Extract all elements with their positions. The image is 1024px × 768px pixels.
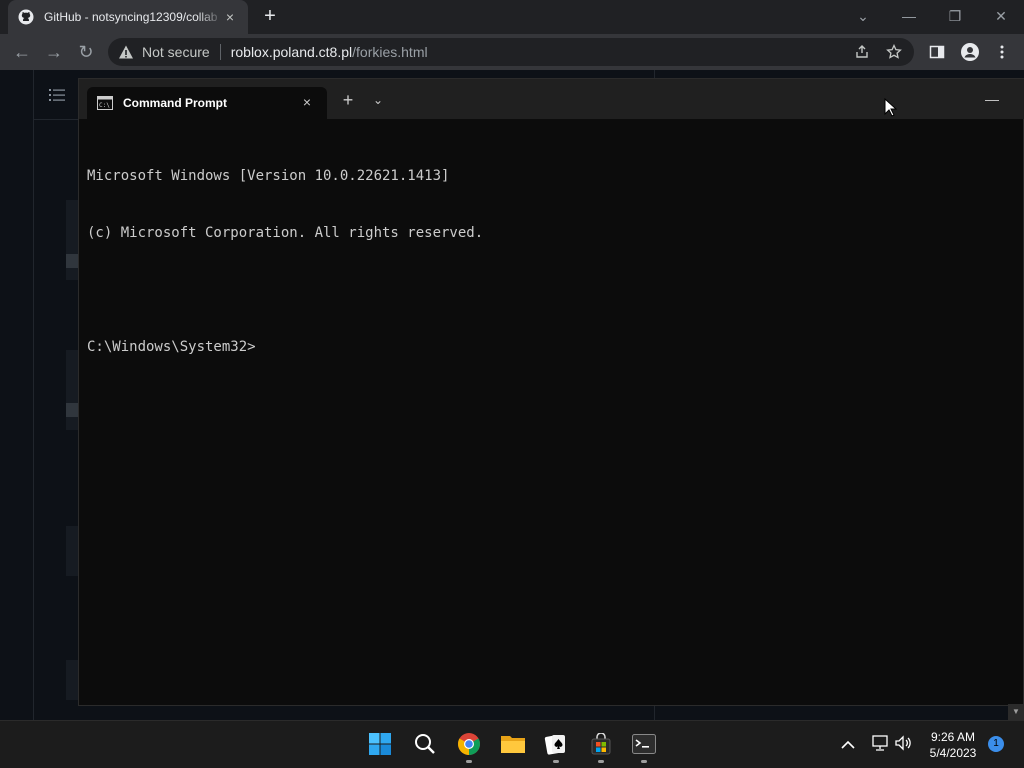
store-icon <box>591 733 611 755</box>
page-sidebar <box>0 70 34 720</box>
terminal-icon <box>632 734 656 754</box>
notification-badge[interactable]: 1 <box>988 736 1004 752</box>
terminal-titlebar[interactable]: C:\ Command Prompt × + ⌄ — <box>79 79 1024 119</box>
svg-text:C:\: C:\ <box>99 102 110 109</box>
volume-icon <box>895 735 911 751</box>
show-hidden-icons-button[interactable] <box>838 735 858 755</box>
mouse-cursor-icon <box>884 98 898 117</box>
url-path[interactable]: /forkies.html <box>352 44 427 60</box>
terminal-minimize-button[interactable]: — <box>977 89 1007 109</box>
terminal-output[interactable]: Microsoft Windows [Version 10.0.22621.14… <box>87 129 1007 699</box>
collapse-handle[interactable] <box>66 254 78 268</box>
collapse-handle[interactable] <box>66 403 78 417</box>
address-divider <box>219 44 221 60</box>
taskbar-terminal[interactable] <box>629 729 659 763</box>
running-indicator <box>553 760 559 763</box>
terminal-tab[interactable]: C:\ Command Prompt × <box>87 87 327 119</box>
share-icon[interactable] <box>854 44 870 60</box>
warning-icon[interactable] <box>118 44 134 60</box>
scroll-down-arrow[interactable]: ▼ <box>1008 704 1024 720</box>
reload-button[interactable]: ↻ <box>74 40 98 64</box>
forward-button[interactable]: → <box>42 40 66 64</box>
page-panel <box>66 660 78 700</box>
tab-search-icon[interactable]: ⌄ <box>843 4 883 28</box>
taskbar-solitaire[interactable] <box>541 729 571 763</box>
clock-date: 5/4/2023 <box>929 746 977 760</box>
terminal-line: (c) Microsoft Corporation. All rights re… <box>87 225 484 241</box>
address-bar[interactable]: Not secure roblox.poland.ct8.pl /forkies… <box>108 38 914 66</box>
page-panel <box>66 200 78 280</box>
volume-button[interactable] <box>894 735 914 755</box>
network-icon <box>872 735 888 751</box>
side-panel-icon[interactable] <box>929 44 945 60</box>
profile-icon[interactable] <box>961 43 979 61</box>
browser-tab-strip: GitHub - notsyncing12309/collab × + ⌄ — … <box>0 0 1024 34</box>
clock[interactable]: 9:26 AM 5/4/2023 <box>920 729 986 761</box>
search-icon <box>415 734 435 754</box>
running-indicator <box>466 760 472 763</box>
new-tab-button[interactable]: + <box>260 6 280 26</box>
clock-time: 9:26 AM <box>930 730 976 744</box>
terminal-tab-close-icon[interactable]: × <box>299 94 315 110</box>
running-indicator <box>598 760 604 763</box>
terminal-prompt[interactable]: C:\Windows\System32> <box>87 338 1007 357</box>
terminal-tab-title: Command Prompt <box>123 96 228 110</box>
taskbar: 9:26 AM 5/4/2023 <box>0 720 1024 768</box>
browser-tab-title: GitHub - notsyncing12309/collab <box>44 10 218 24</box>
browser-tab-close-icon[interactable]: × <box>222 9 238 25</box>
close-window-button[interactable]: ✕ <box>981 4 1021 28</box>
list-icon[interactable] <box>48 86 66 104</box>
chevron-up-icon <box>841 740 855 749</box>
page-panel <box>66 350 78 430</box>
terminal-window[interactable]: C:\ Command Prompt × + ⌄ — Microsoft Win… <box>78 78 1024 706</box>
terminal-dropdown-button[interactable]: ⌄ <box>369 91 387 109</box>
taskbar-search-button[interactable] <box>410 729 440 759</box>
back-button[interactable]: ← <box>10 40 34 64</box>
taskbar-chrome[interactable] <box>454 729 484 763</box>
taskbar-store[interactable] <box>586 729 616 763</box>
github-icon <box>18 9 34 25</box>
solitaire-icon <box>544 735 565 755</box>
browser-tab[interactable]: GitHub - notsyncing12309/collab × <box>8 0 248 34</box>
restore-button[interactable]: ❐ <box>935 4 975 28</box>
windows-start-icon <box>369 733 391 755</box>
command-prompt-icon: C:\ <box>97 96 113 110</box>
start-button[interactable] <box>365 729 395 759</box>
taskbar-file-explorer[interactable] <box>498 729 528 759</box>
running-indicator <box>641 760 647 763</box>
network-button[interactable] <box>870 735 890 755</box>
folder-icon <box>501 736 525 753</box>
chrome-icon <box>458 733 480 755</box>
url-host[interactable]: roblox.poland.ct8.pl <box>231 44 352 60</box>
terminal-line: Microsoft Windows [Version 10.0.22621.14… <box>87 168 450 184</box>
browser-toolbar: ← → ↻ Not secure roblox.poland.ct8.pl /f… <box>0 34 1024 70</box>
page-panel <box>66 526 78 576</box>
terminal-new-tab-button[interactable]: + <box>339 91 357 109</box>
menu-icon[interactable] <box>998 44 1006 60</box>
star-icon[interactable] <box>886 44 902 60</box>
minimize-button[interactable]: — <box>889 4 929 28</box>
security-label[interactable]: Not secure <box>142 44 210 60</box>
